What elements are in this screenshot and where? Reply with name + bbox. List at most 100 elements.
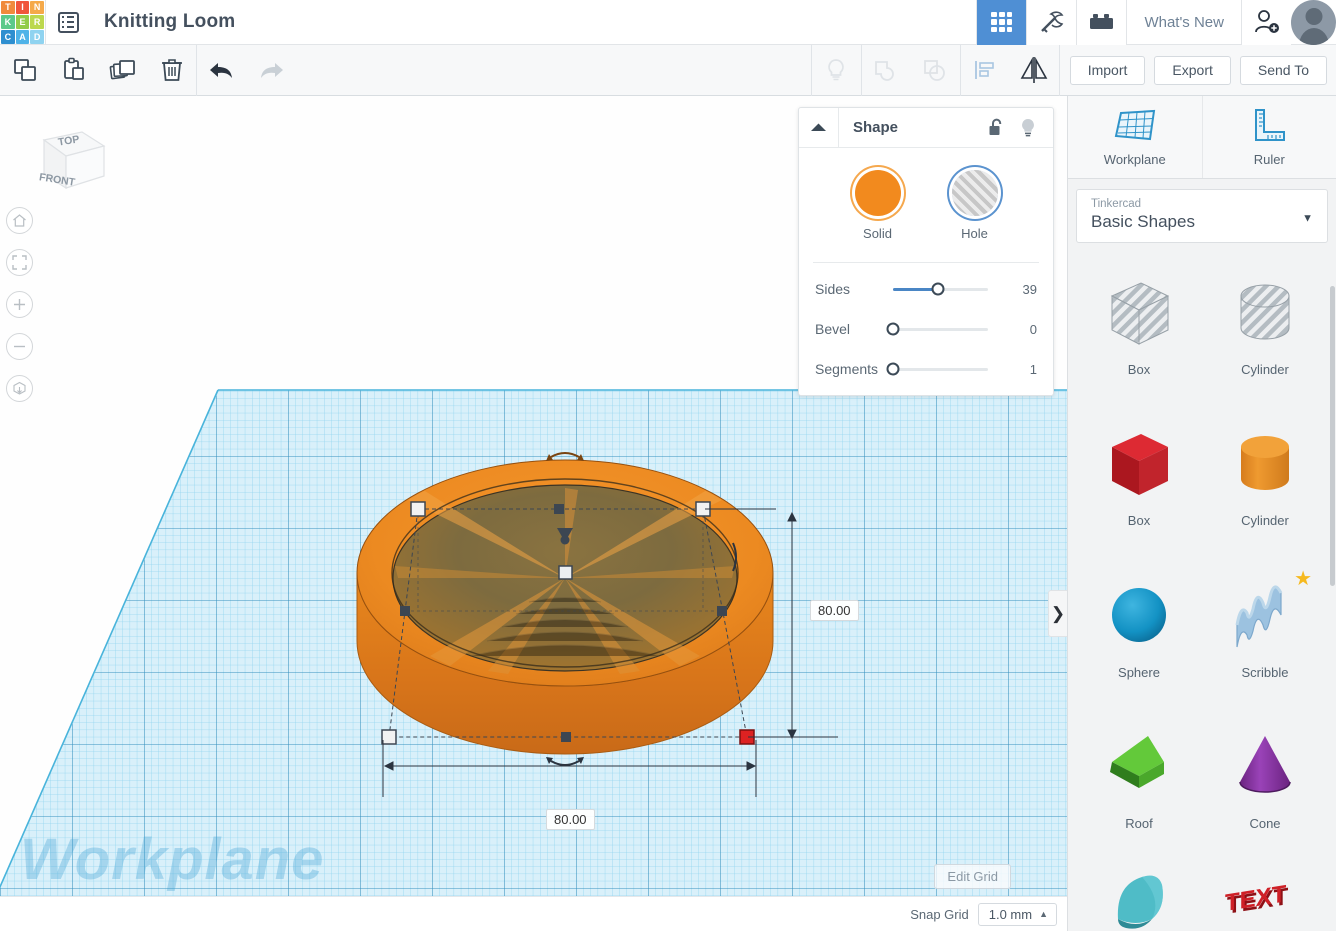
apps-grid-button[interactable] xyxy=(976,0,1027,45)
visibility-toggle-button[interactable] xyxy=(1019,117,1037,138)
scale-handle-edge xyxy=(561,732,571,742)
avatar[interactable] xyxy=(1291,0,1336,45)
shape-item-box-hole[interactable]: Box xyxy=(1076,255,1202,395)
sphere-icon xyxy=(1112,587,1166,642)
slider-bevel-knob[interactable] xyxy=(886,322,900,336)
slider-sides-track[interactable] xyxy=(893,282,988,296)
slider-segments-track[interactable] xyxy=(886,362,988,376)
delete-button[interactable] xyxy=(147,45,196,96)
tool-workplane[interactable]: Workplane xyxy=(1068,96,1203,178)
workplane-watermark: Workplane xyxy=(20,827,325,892)
shape-item-label: Box xyxy=(1127,361,1151,377)
shapes-sidebar: Workplane Ruler Tinkercad Basic Shapes ▼ xyxy=(1067,96,1336,931)
hole-label: Hole xyxy=(961,226,988,241)
slider-segments: Segments 1 xyxy=(799,349,1053,389)
view-cube[interactable]: TOP FRONT xyxy=(22,114,106,194)
cylinder-hole-icon xyxy=(1240,284,1290,339)
lock-toggle-button[interactable] xyxy=(988,118,1005,138)
duplicate-icon xyxy=(109,60,135,80)
box-hole-icon xyxy=(1110,281,1170,345)
whats-new-button[interactable]: What's New xyxy=(1126,0,1241,45)
zoom-out-button[interactable] xyxy=(6,333,33,360)
tool-ruler[interactable]: Ruler xyxy=(1203,96,1336,178)
documents-button[interactable] xyxy=(46,0,90,45)
slider-segments-label: Segments xyxy=(815,361,879,377)
logo-tile-k-3: K xyxy=(1,15,15,29)
shape-mode-hole[interactable]: Hole xyxy=(951,170,998,241)
copy-button[interactable] xyxy=(0,45,49,96)
redo-button[interactable] xyxy=(246,45,295,96)
shape-panel-header: Shape xyxy=(799,107,1053,148)
fit-to-view-button[interactable] xyxy=(6,249,33,276)
shape-library-dropdown[interactable]: Tinkercad Basic Shapes ▼ xyxy=(1076,189,1328,243)
pickaxe-icon xyxy=(1041,11,1064,33)
dimension-label-depth[interactable]: 80.00 xyxy=(810,600,859,621)
snap-grid-select[interactable]: 1.0 mm ▲ xyxy=(977,902,1057,926)
duplicate-button[interactable] xyxy=(98,45,147,96)
shape-library-owner: Tinkercad xyxy=(1091,198,1142,210)
chevron-down-icon: ▼ xyxy=(1302,212,1313,225)
home-view-icon xyxy=(13,214,26,227)
shape-item-sphere[interactable]: Sphere xyxy=(1076,558,1202,698)
zoom-in-button[interactable] xyxy=(6,291,33,318)
tinkercad-app: TINKERCAD Knitting Loom What's New Impor… xyxy=(0,0,1336,931)
lightbulb-icon xyxy=(1022,119,1034,137)
snap-grid-value: 1.0 mm xyxy=(988,906,1033,922)
snap-grid-label: Snap Grid xyxy=(910,906,969,922)
add-user-icon xyxy=(1254,10,1279,33)
solid-swatch-icon xyxy=(854,170,901,216)
shape-item-cone[interactable]: Cone xyxy=(1202,710,1328,850)
solid-label: Solid xyxy=(863,226,892,241)
zoom-in-icon xyxy=(14,299,25,310)
undo-button[interactable] xyxy=(197,45,246,96)
cylinder-icon xyxy=(1241,436,1289,491)
shape-item-roof[interactable]: Roof xyxy=(1076,710,1202,850)
shape-item-cylinder-hole[interactable]: Cylinder xyxy=(1202,255,1328,395)
shape-panel-collapse-button[interactable] xyxy=(799,107,839,148)
zoom-out-icon xyxy=(14,345,25,348)
export-button[interactable]: Export xyxy=(1154,55,1231,85)
redo-icon xyxy=(260,63,283,78)
divider xyxy=(813,262,1039,263)
home-view-button[interactable] xyxy=(6,207,33,234)
light-button[interactable] xyxy=(812,45,861,96)
tinkercad-logo[interactable]: TIN KER CAD xyxy=(0,0,45,45)
projection-toggle-button[interactable] xyxy=(6,375,33,402)
group-button[interactable] xyxy=(862,45,911,96)
paste-button[interactable] xyxy=(49,45,98,96)
tool-workplane-label: Workplane xyxy=(1103,152,1166,167)
minecraft-button[interactable] xyxy=(1026,0,1077,45)
logo-tile-c-6: C xyxy=(1,29,15,44)
shape-item-tube[interactable] xyxy=(1076,861,1202,931)
dimension-label-width[interactable]: 80.00 xyxy=(546,809,595,830)
shape-item-text[interactable]: TEXT TEXT xyxy=(1202,861,1328,931)
top-bar-right: What's New xyxy=(976,0,1336,45)
mirror-button[interactable] xyxy=(1010,45,1059,96)
blocks-button[interactable] xyxy=(1076,0,1127,45)
roof-icon xyxy=(1110,736,1164,789)
delete-icon xyxy=(161,59,182,81)
align-button[interactable] xyxy=(961,45,1010,96)
shape-mode-solid[interactable]: Solid xyxy=(854,170,901,241)
panel-collapse-handle[interactable]: ❯ xyxy=(1048,590,1067,637)
import-button[interactable]: Import xyxy=(1069,55,1146,85)
ungroup-button[interactable] xyxy=(911,45,960,96)
invite-people-button[interactable] xyxy=(1241,0,1291,45)
slider-segments-knob[interactable] xyxy=(886,362,900,376)
slider-bevel-value[interactable]: 0 xyxy=(1030,322,1037,337)
edit-grid-button[interactable]: Edit Grid xyxy=(934,864,1011,889)
slider-sides-value[interactable]: 39 xyxy=(1023,282,1037,297)
shape-item-box[interactable]: Box xyxy=(1076,407,1202,547)
center-handle xyxy=(558,565,573,580)
caret-up-icon: ▲ xyxy=(1039,909,1048,919)
slider-sides-knob[interactable] xyxy=(931,282,945,296)
sidebar-scrollbar[interactable] xyxy=(1330,286,1335,586)
send-to-button[interactable]: Send To xyxy=(1239,55,1327,85)
shape-item-label: Roof xyxy=(1125,816,1153,832)
slider-segments-value[interactable]: 1 xyxy=(1030,362,1037,377)
shape-item-scribble[interactable]: ★ Scribble xyxy=(1202,558,1328,698)
shape-item-label: Cylinder xyxy=(1241,361,1289,377)
slider-bevel-track[interactable] xyxy=(886,322,988,336)
ruler-icon xyxy=(1255,109,1286,141)
shape-item-cylinder[interactable]: Cylinder xyxy=(1202,407,1328,547)
